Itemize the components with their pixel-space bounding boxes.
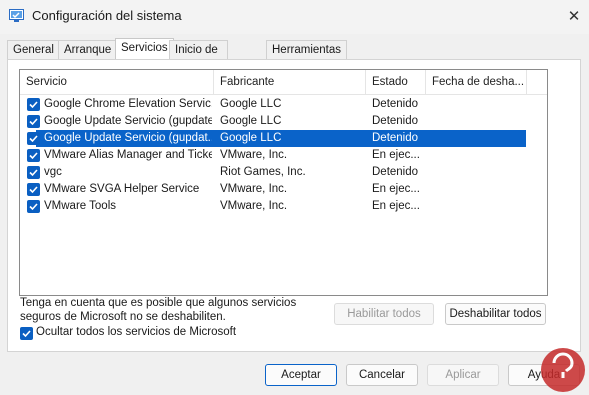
service-vendor: VMware, Inc. [220, 149, 288, 161]
service-vendor: Google LLC [220, 115, 282, 127]
close-button[interactable]: ✕ [559, 0, 589, 32]
service-name: VMware SVGA Helper Service [44, 183, 200, 195]
service-checkbox[interactable] [27, 132, 40, 145]
title-bar: Configuración del sistema ✕ [0, 0, 589, 34]
service-name: Google Chrome Elevation Servic... [44, 98, 212, 110]
service-name: VMware Alias Manager and Ticke... [44, 149, 212, 161]
service-vendor: VMware, Inc. [220, 200, 288, 212]
column-fabricante[interactable]: Fabricante [214, 70, 365, 94]
table-row[interactable]: VMware Tools VMware, Inc. En ejec... [20, 198, 547, 215]
apply-button[interactable]: Aplicar [427, 364, 499, 386]
tab-servicios[interactable]: Servicios [115, 38, 174, 60]
table-row[interactable]: VMware Alias Manager and Ticke... VMware,… [20, 147, 547, 164]
column-fecha[interactable]: Fecha de desha... [426, 70, 526, 94]
service-status: En ejec... [372, 200, 420, 212]
column-servicio[interactable]: Servicio [20, 70, 213, 94]
window-title: Configuración del sistema [32, 8, 182, 23]
note-line: seguros de Microsoft no se deshabiliten. [20, 311, 226, 323]
enable-all-button[interactable]: Habilitar todos [334, 303, 434, 325]
service-name: VMware Tools [44, 200, 117, 212]
service-name: vgc [44, 166, 62, 178]
service-vendor: Google LLC [220, 132, 282, 144]
note-line: Tenga en cuenta que es posible que algun… [20, 297, 297, 309]
service-checkbox[interactable] [27, 200, 40, 213]
column-divider[interactable] [526, 70, 527, 94]
system-config-icon [9, 9, 24, 22]
table-row[interactable]: Google Chrome Elevation Servic... Google … [20, 96, 547, 113]
service-vendor: VMware, Inc. [220, 183, 288, 195]
service-checkbox[interactable] [27, 149, 40, 162]
tab-inicio-windows[interactable]: Inicio de Windows [169, 40, 228, 74]
column-estado[interactable]: Estado [366, 70, 425, 94]
service-status: Detenido [372, 132, 419, 144]
ok-button[interactable]: Aceptar [265, 364, 337, 386]
watermark-logo-icon [541, 348, 585, 392]
tab-arranque[interactable]: Arranque [58, 40, 118, 59]
service-status: En ejec... [372, 183, 420, 195]
service-checkbox[interactable] [27, 183, 40, 196]
services-list[interactable]: Servicio Fabricante Estado Fecha de desh… [19, 69, 548, 296]
service-vendor: Google LLC [220, 98, 282, 110]
service-checkbox[interactable] [27, 166, 40, 179]
service-checkbox[interactable] [27, 115, 40, 128]
checkbox-checked-icon [20, 327, 33, 340]
service-status: En ejec... [372, 149, 420, 161]
service-status: Detenido [372, 115, 419, 127]
disable-all-button[interactable]: Deshabilitar todos [445, 303, 546, 325]
service-name: Google Update Servicio (gupdat... [44, 132, 212, 144]
service-name: Google Update Servicio (gupdate) [44, 115, 212, 127]
service-vendor: Riot Games, Inc. [220, 166, 306, 178]
service-status: Detenido [372, 166, 419, 178]
table-row[interactable]: VMware SVGA Helper Service VMware, Inc. En… [20, 181, 547, 198]
list-header: Servicio Fabricante Estado Fecha de desh… [20, 70, 547, 95]
service-status: Detenido [372, 98, 419, 110]
table-row[interactable]: vgc Riot Games, Inc. Detenido [20, 164, 547, 181]
microsoft-note: Tenga en cuenta que es posible que algun… [20, 296, 320, 324]
service-checkbox[interactable] [27, 98, 40, 111]
hide-microsoft-label: Ocultar todos los servicios de Microsoft [36, 326, 237, 338]
tab-general[interactable]: General [7, 40, 60, 59]
cancel-button[interactable]: Cancelar [346, 364, 418, 386]
table-row[interactable]: Google Update Servicio (gupdat... Google … [20, 130, 547, 147]
table-row[interactable]: Google Update Servicio (gupdate) Google L… [20, 113, 547, 130]
tab-herramientas[interactable]: Herramientas [266, 40, 348, 59]
system-config-window: Configuración del sistema ✕ General Arra… [0, 0, 589, 394]
